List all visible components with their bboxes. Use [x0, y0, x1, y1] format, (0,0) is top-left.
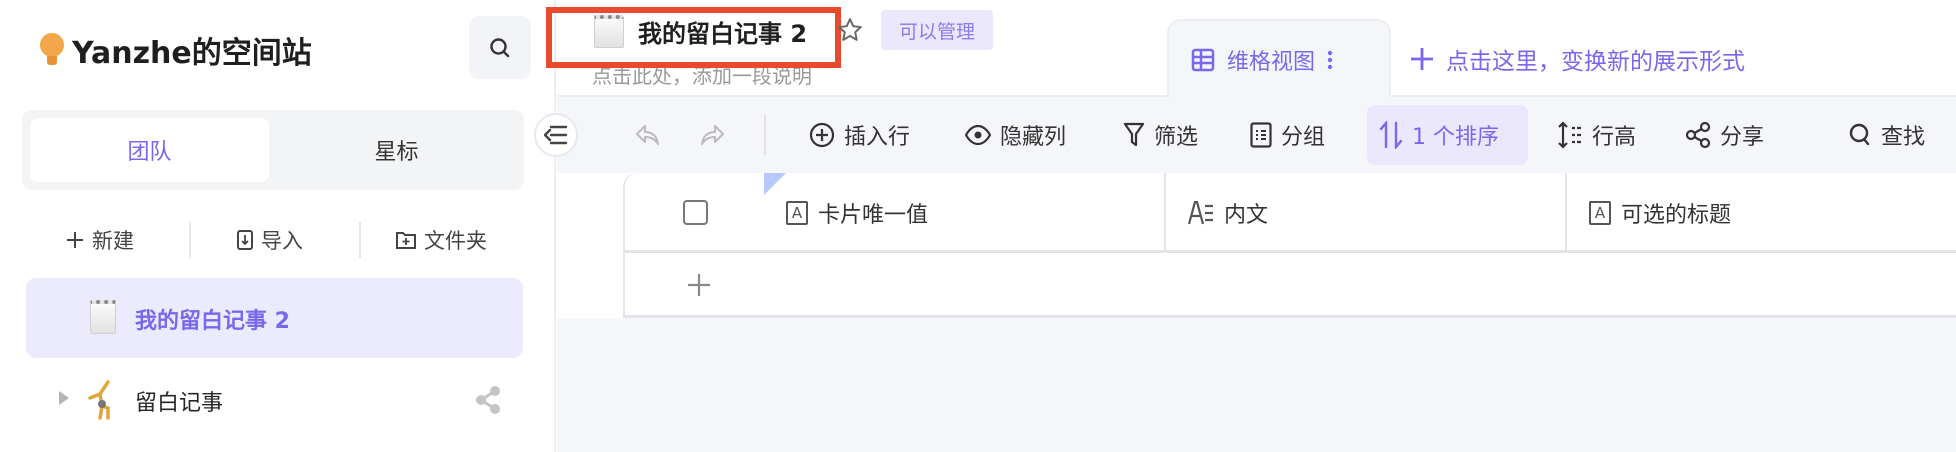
column-header-card-id[interactable]: A 卡片唯一值	[786, 173, 928, 253]
search-icon	[1849, 123, 1870, 146]
table-header-row: A 卡片唯一值 内文 A 可选的标题	[625, 173, 1956, 253]
gymnast-icon	[88, 380, 110, 420]
redo-icon[interactable]	[699, 123, 725, 147]
collapse-sidebar-button[interactable]	[534, 113, 578, 157]
search-button[interactable]	[469, 16, 531, 79]
plus-icon	[1411, 48, 1433, 70]
new-label: 新建	[92, 229, 134, 253]
workspace-name: Yanzhe的空间站	[72, 36, 312, 71]
view-tab-grid[interactable]: 维格视图	[1167, 19, 1391, 99]
column-divider[interactable]	[1565, 173, 1567, 253]
view-tab-label: 维格视图	[1227, 50, 1316, 75]
divider	[359, 222, 361, 258]
add-view-label: 点击这里，变换新的展示形式	[1446, 49, 1745, 75]
sidebar-tabs: 团队 星标	[22, 110, 524, 190]
column-label: 内文	[1224, 203, 1269, 228]
hide-columns-button[interactable]: 隐藏列	[965, 97, 1066, 173]
expand-triangle-icon[interactable]	[58, 390, 70, 406]
grid-view-icon	[1191, 48, 1215, 72]
text-field-icon: A	[786, 201, 808, 225]
workspace-title: Yanzhe的空间站	[40, 28, 312, 72]
canvas-background	[557, 318, 1956, 452]
row-height-icon	[1558, 121, 1581, 149]
main-header: 我的留白记事 2 点击此处，添加一段说明 可以管理 维格视图 点击这里，变换新的…	[546, 0, 1956, 99]
sidebar: Yanzhe的空间站 团队 星标 新建 导入 文件夹 我的留白记事 2 留白记事	[0, 0, 556, 452]
text-field-icon: A	[1589, 201, 1611, 225]
collapse-left-icon	[544, 125, 568, 145]
new-button[interactable]: 新建	[66, 222, 134, 258]
sort-icon	[1379, 121, 1403, 149]
group-icon	[1250, 122, 1272, 148]
plus-circle-icon	[809, 122, 835, 148]
divider	[764, 115, 766, 155]
sidebar-item-label: 留白记事	[135, 391, 224, 416]
import-icon	[237, 230, 253, 250]
long-text-field-icon	[1188, 201, 1213, 225]
tab-team[interactable]: 团队	[30, 118, 269, 182]
insert-row-label: 插入行	[844, 125, 911, 150]
plus-icon	[67, 232, 83, 248]
column-divider[interactable]	[1164, 173, 1166, 253]
tab-starred[interactable]: 星标	[277, 118, 516, 182]
highlight-box	[546, 7, 841, 68]
new-folder-label: 文件夹	[424, 229, 487, 253]
group-label: 分组	[1281, 125, 1326, 150]
find-button[interactable]: 查找	[1848, 97, 1925, 173]
share-label: 分享	[1720, 125, 1765, 150]
sidebar-actions: 新建 导入 文件夹	[0, 222, 556, 258]
divider	[189, 222, 191, 258]
undo-icon[interactable]	[635, 123, 661, 147]
column-label: 卡片唯一值	[818, 203, 929, 228]
filter-button[interactable]: 筛选	[1123, 97, 1198, 173]
row-height-label: 行高	[1592, 125, 1637, 150]
grid-table: A 卡片唯一值 内文 A 可选的标题	[623, 173, 1956, 318]
share-icon	[1685, 121, 1711, 149]
find-label: 查找	[1881, 125, 1926, 150]
sidebar-item-notes[interactable]: 留白记事	[0, 378, 556, 420]
sidebar-item-my-notes-2[interactable]: 我的留白记事 2	[26, 278, 523, 358]
hide-columns-label: 隐藏列	[1000, 125, 1067, 150]
notepad-icon	[90, 300, 116, 334]
add-row-plus-icon[interactable]	[687, 273, 711, 297]
insert-row-button[interactable]: 插入行	[809, 97, 910, 173]
permission-badge: 可以管理	[881, 10, 993, 50]
lightbulb-icon	[40, 33, 64, 67]
column-header-optional-title[interactable]: A 可选的标题	[1589, 173, 1731, 253]
column-label: 可选的标题	[1621, 203, 1732, 228]
share-icon[interactable]	[475, 386, 501, 414]
column-header-body[interactable]: 内文	[1188, 173, 1268, 253]
select-all-checkbox[interactable]	[683, 200, 708, 225]
share-button[interactable]: 分享	[1685, 97, 1764, 173]
search-icon	[490, 37, 510, 57]
frozen-column-marker-icon	[764, 173, 786, 195]
star-icon[interactable]	[837, 17, 863, 43]
filter-label: 筛选	[1154, 125, 1199, 150]
more-vertical-icon[interactable]	[1327, 49, 1333, 71]
folder-add-icon	[396, 232, 416, 249]
sidebar-item-label: 我的留白记事 2	[135, 309, 290, 334]
toolbar: 插入行 隐藏列 筛选 分组 1 个排序 行高 分享 查找	[557, 97, 1956, 173]
row-height-button[interactable]: 行高	[1557, 97, 1636, 173]
sort-button[interactable]: 1 个排序	[1367, 105, 1528, 165]
sort-label: 1 个排序	[1412, 125, 1499, 150]
group-button[interactable]: 分组	[1250, 97, 1325, 173]
new-folder-button[interactable]: 文件夹	[396, 222, 487, 258]
import-label: 导入	[261, 229, 303, 253]
eye-icon	[965, 125, 991, 145]
import-button[interactable]: 导入	[237, 222, 303, 258]
filter-icon	[1123, 122, 1145, 147]
add-view-button[interactable]: 点击这里，变换新的展示形式	[1410, 42, 1745, 76]
